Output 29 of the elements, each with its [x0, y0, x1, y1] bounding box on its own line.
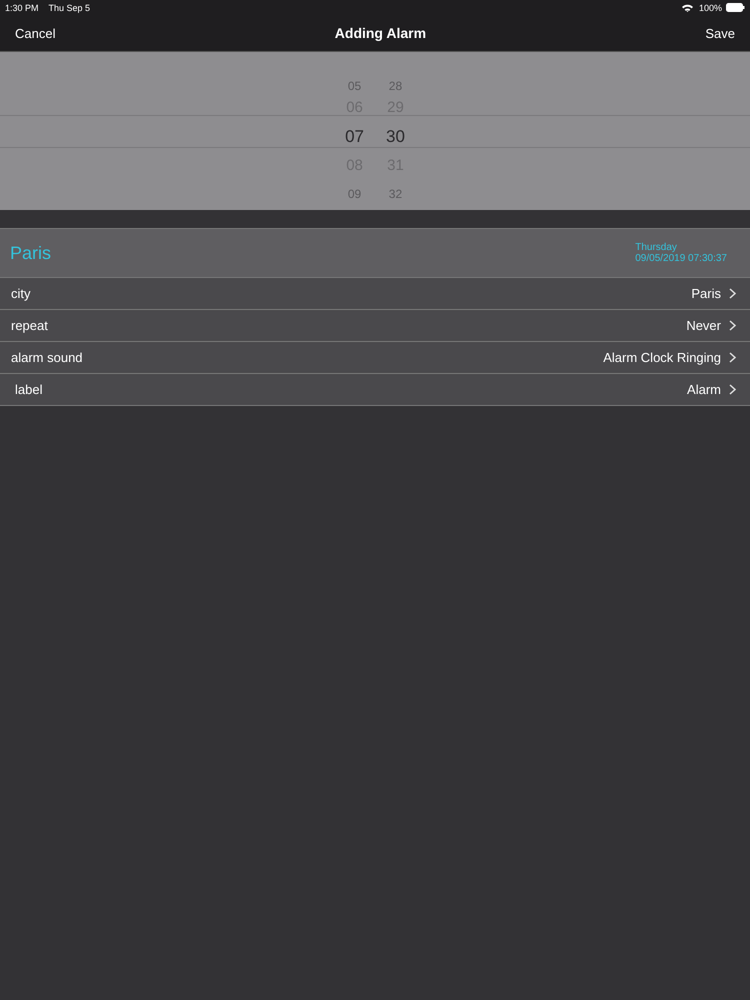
- settings-row[interactable]: alarm sound Alarm Clock Ringing: [0, 342, 750, 374]
- settings-row[interactable]: repeat Never: [0, 310, 750, 342]
- battery-percent: 100%: [698, 2, 722, 12]
- row-label: label: [14, 382, 42, 397]
- day-text: Thursday: [635, 242, 678, 253]
- datetime-text: 09/05/2019 07:30:37: [635, 253, 727, 264]
- nav-title: Adding Alarm: [334, 25, 426, 41]
- row-value: Never: [686, 318, 721, 333]
- save-button[interactable]: Save: [705, 26, 735, 40]
- wifi-icon: [682, 4, 693, 12]
- chevron-icon: [729, 352, 736, 363]
- status-date: Thu Sep 5: [48, 2, 90, 12]
- chevron-icon: [729, 384, 736, 395]
- row-label: repeat: [11, 318, 48, 333]
- city-name: Paris: [10, 242, 52, 264]
- picker-value[interactable]: 07: [345, 122, 364, 152]
- chevron-icon: [729, 320, 736, 331]
- battery-icon: [726, 3, 745, 12]
- picker-value[interactable]: 30: [386, 122, 405, 152]
- settings-row[interactable]: city Paris: [0, 278, 750, 310]
- settings-row[interactable]: label Alarm: [0, 374, 750, 406]
- status-time: 1:30 PM: [5, 2, 39, 12]
- cancel-button[interactable]: Cancel: [15, 26, 56, 40]
- chevron-icon: [729, 288, 736, 299]
- row-value: Paris: [691, 286, 721, 301]
- row-value: Alarm: [687, 382, 721, 397]
- row-value: Alarm Clock Ringing: [603, 350, 721, 365]
- row-label: alarm sound: [11, 350, 83, 365]
- row-label: city: [11, 286, 30, 301]
